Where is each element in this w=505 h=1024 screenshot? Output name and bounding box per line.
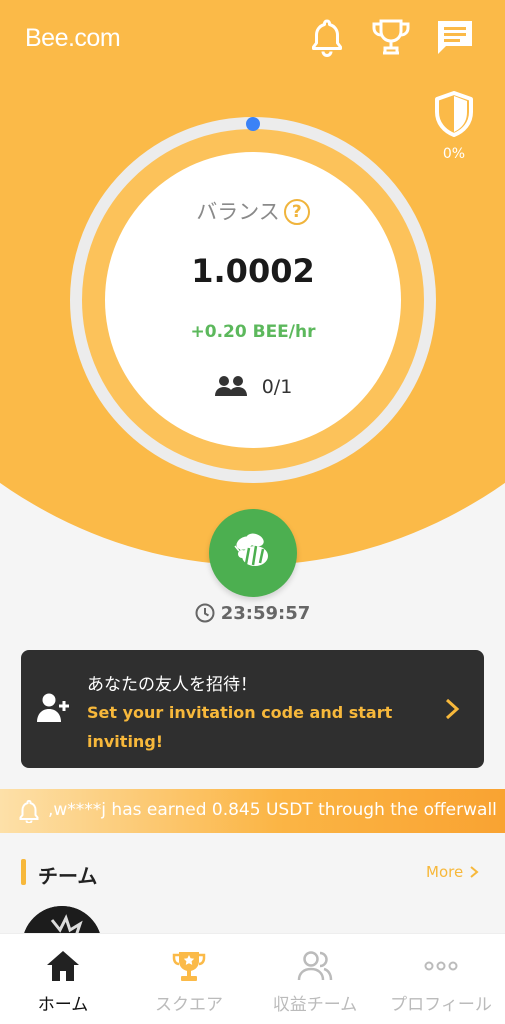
users-icon — [297, 951, 333, 981]
team-section-title: チーム — [38, 864, 98, 888]
shield-icon[interactable] — [432, 90, 476, 138]
team-count-row: 0/1 — [105, 375, 401, 398]
balance-label: バランス — [196, 200, 280, 224]
tab-label: スクエア — [155, 995, 223, 1015]
mining-rate: +0.20 BEE/hr — [190, 322, 316, 342]
help-icon[interactable]: ? — [283, 199, 310, 225]
chevron-right-icon — [445, 698, 460, 720]
tab-label: ホーム — [37, 995, 89, 1015]
message-icon[interactable] — [434, 16, 476, 58]
app-logo: Bee.com — [25, 24, 121, 52]
mine-button[interactable] — [209, 509, 297, 597]
tab-earnings-team[interactable]: 収益チーム — [252, 934, 378, 1024]
tab-square[interactable]: スクエア — [126, 934, 252, 1024]
add-user-icon — [37, 693, 69, 722]
balance-label-row: バランス? — [105, 196, 401, 226]
home-icon — [47, 951, 79, 981]
bell-icon[interactable] — [306, 16, 348, 58]
tab-label: プロフィール — [390, 995, 492, 1015]
balance-value: 1.0002 — [191, 252, 315, 290]
shield-percent: 0% — [442, 146, 466, 162]
invite-subtitle: Set your invitation code and start invit… — [87, 703, 393, 751]
bell-icon — [19, 799, 39, 823]
team-count: 0/1 — [261, 376, 293, 398]
balance-card: バランス? 1.0002 +0.20 BEE/hr 0/1 — [105, 152, 401, 448]
more-link[interactable]: More — [426, 863, 480, 881]
clock-icon — [195, 603, 215, 623]
invite-title: あなたの友人を招待！ — [87, 675, 257, 695]
trophy-icon[interactable] — [370, 16, 412, 58]
ticker-text: ,w****j has earned 0.845 USDT through th… — [48, 800, 497, 820]
bee-icon — [234, 533, 268, 566]
earnings-ticker: ,w****j has earned 0.845 USDT through th… — [0, 789, 505, 833]
tab-profile[interactable]: プロフィール — [378, 934, 504, 1024]
invite-banner[interactable]: あなたの友人を招待！ Set your invitation code and … — [21, 650, 484, 768]
tab-home[interactable]: ホーム — [0, 934, 126, 1024]
trophy-star-icon — [172, 952, 206, 981]
team-icon — [214, 376, 247, 396]
section-accent — [21, 859, 26, 885]
progress-dot — [246, 117, 260, 131]
more-dots-icon — [424, 961, 458, 971]
countdown-timer: 23:59:57 — [220, 603, 311, 624]
more-label: More — [426, 863, 464, 881]
bottom-tab-bar: ホーム スクエア 収益チーム プロフィール — [0, 933, 505, 1024]
tab-label: 収益チーム — [272, 995, 358, 1015]
chevron-right-icon — [470, 866, 479, 878]
timer-row: 23:59:57 — [0, 603, 505, 624]
